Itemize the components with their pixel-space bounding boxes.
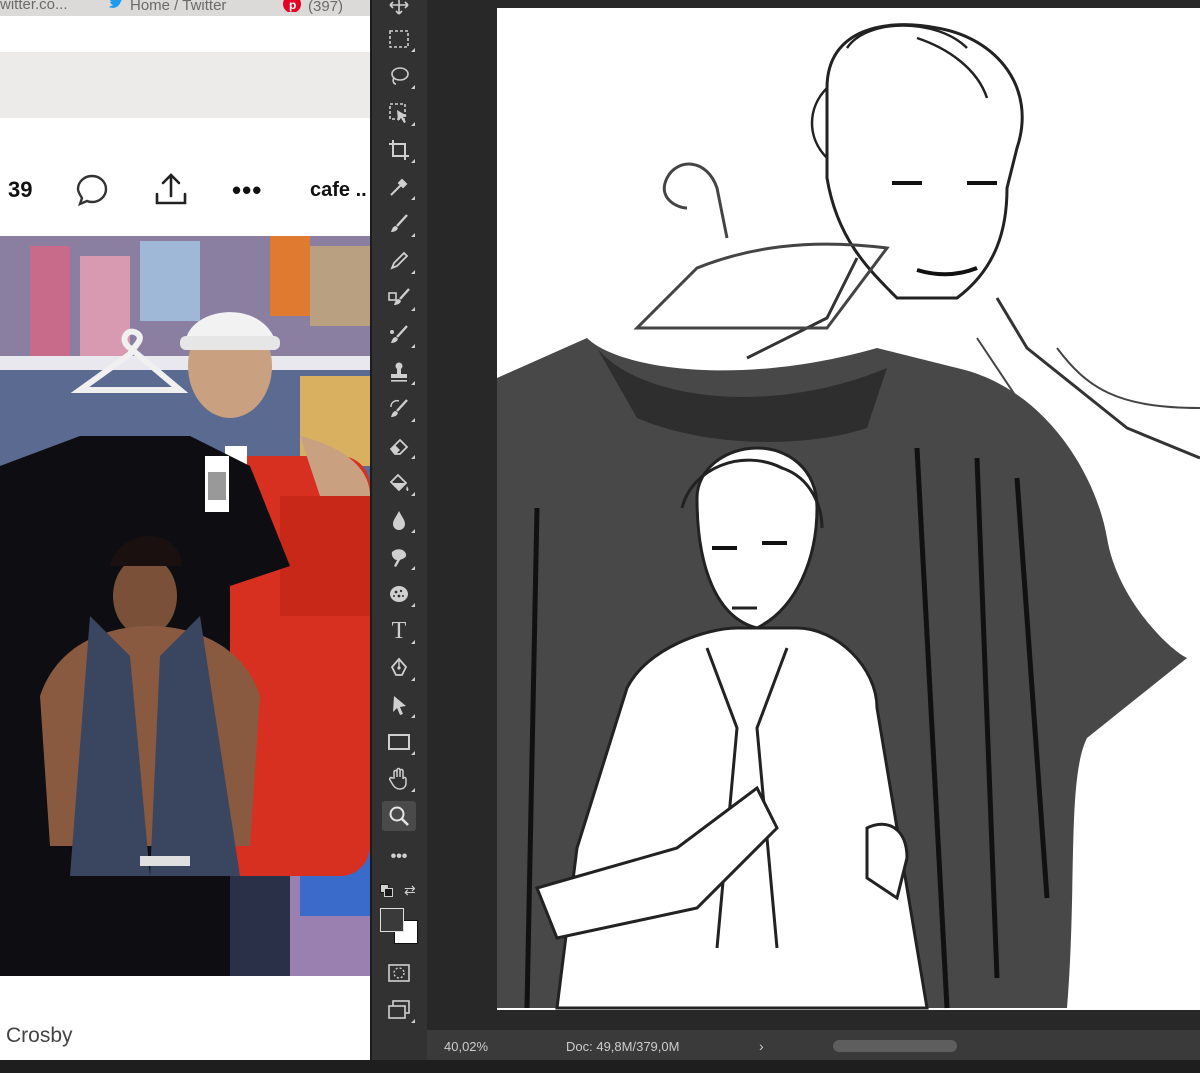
type-tool-glyph: T bbox=[391, 617, 407, 644]
browser-tab-pinterest[interactable]: p (397) bbox=[282, 0, 343, 16]
status-menu-chevron-icon[interactable]: › bbox=[759, 1038, 764, 1054]
quick-mask-icon[interactable] bbox=[382, 958, 416, 988]
zoom-level[interactable]: 40,02% bbox=[444, 1039, 488, 1054]
status-bar: 40,02% Doc: 49,8M/379,0M › bbox=[427, 1030, 1200, 1060]
mixer-brush-tool-icon[interactable] bbox=[382, 320, 416, 350]
smudge-tool-icon[interactable] bbox=[382, 542, 416, 572]
brush-tool-icon[interactable] bbox=[382, 209, 416, 239]
rectangle-tool-icon[interactable] bbox=[382, 727, 416, 757]
horizontal-scrollbar[interactable] bbox=[833, 1040, 957, 1052]
address-bar[interactable] bbox=[0, 52, 370, 118]
browser-tab-bar: witter.co... Home / Twitter p (397) bbox=[0, 0, 370, 16]
twitter-bird-icon bbox=[108, 0, 124, 14]
macos-dock bbox=[0, 1060, 1200, 1073]
clone-stamp-tool-icon[interactable] bbox=[382, 357, 416, 387]
foreground-color-swatch[interactable] bbox=[380, 908, 404, 932]
svg-text:p: p bbox=[289, 0, 296, 12]
path-select-tool-icon[interactable] bbox=[382, 690, 416, 720]
tweet-action-bar: 39 ••• cafe .. bbox=[0, 160, 370, 220]
pen-tool-icon[interactable] bbox=[382, 653, 416, 683]
pinterest-icon: p bbox=[282, 0, 302, 16]
eyedropper-tool-icon[interactable] bbox=[382, 172, 416, 202]
reply-icon[interactable] bbox=[74, 160, 110, 220]
lasso-tool-icon[interactable] bbox=[382, 61, 416, 91]
blur-tool-icon[interactable] bbox=[382, 505, 416, 535]
marquee-tool-icon[interactable] bbox=[382, 24, 416, 54]
history-brush-tool-icon[interactable] bbox=[382, 394, 416, 424]
tab-label: Home / Twitter bbox=[130, 0, 227, 14]
pencil-tool-icon[interactable] bbox=[382, 246, 416, 276]
zoom-tool-icon[interactable] bbox=[382, 801, 416, 831]
photoshop-toolbar: T ••• ⇄ bbox=[370, 0, 429, 1060]
paint-bucket-tool-icon[interactable] bbox=[382, 468, 416, 498]
tab-label: (397) bbox=[308, 0, 344, 15]
tweet-photo[interactable] bbox=[0, 236, 370, 986]
color-swatches: ⇄ bbox=[378, 880, 424, 952]
swap-colors-icon[interactable]: ⇄ bbox=[404, 882, 416, 899]
move-tool-icon[interactable] bbox=[382, 0, 416, 20]
canvas-workspace[interactable] bbox=[427, 0, 1200, 1030]
browser-tab[interactable]: witter.co... bbox=[0, 0, 68, 13]
hand-tool-icon[interactable] bbox=[382, 764, 416, 794]
eraser-tool-icon[interactable] bbox=[382, 431, 416, 461]
tab-label: witter.co... bbox=[0, 0, 68, 13]
type-tool-icon[interactable]: T bbox=[382, 616, 416, 646]
document-size: Doc: 49,8M/379,0M bbox=[566, 1039, 680, 1054]
more-tools-icon[interactable]: ••• bbox=[382, 842, 416, 872]
default-colors-icon[interactable] bbox=[380, 884, 393, 897]
screen-mode-icon[interactable] bbox=[382, 995, 416, 1025]
document-canvas[interactable] bbox=[497, 8, 1200, 1010]
browser-tab-twitter[interactable]: Home / Twitter bbox=[108, 0, 226, 14]
next-user-link[interactable]: cafe .. bbox=[310, 160, 367, 220]
browser-window: witter.co... Home / Twitter p (397) 39 •… bbox=[0, 0, 370, 1060]
crop-tool-icon[interactable] bbox=[382, 135, 416, 165]
more-options-icon[interactable]: ••• bbox=[232, 160, 262, 220]
retweet-count: 39 bbox=[8, 177, 33, 202]
tweet-caption: Crosby bbox=[6, 1024, 73, 1047]
share-icon[interactable] bbox=[152, 160, 190, 220]
color-replacement-tool-icon[interactable] bbox=[382, 283, 416, 313]
object-select-tool-icon[interactable] bbox=[382, 98, 416, 128]
sponge-tool-icon[interactable] bbox=[382, 579, 416, 609]
